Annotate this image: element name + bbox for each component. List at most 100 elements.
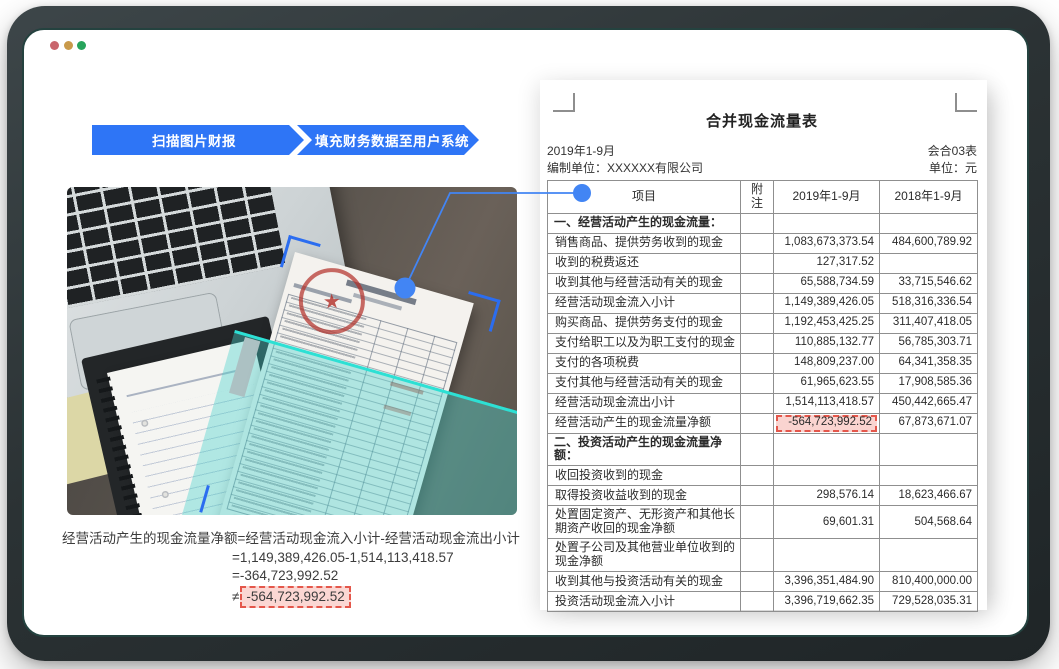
table-cell: 298,576.14 [774,486,880,506]
table-cell: 收到其他与投资活动有关的现金 [548,572,741,592]
table-cell [741,293,774,313]
report-title: 合并现金流量表 [547,110,977,131]
table-header-row: 项目附注2019年1-9月2018年1-9月 [548,181,978,214]
table-cell: 1,192,453,425.25 [774,313,880,333]
table-cell: 148,809,237.00 [774,353,880,373]
flow-step-label: 填充财务数据至用户系统 [315,130,469,150]
table-cell: 经营活动现金流出小计 [548,393,741,413]
table-cell: 810,400,000.00 [880,572,978,592]
table-row: 销售商品、提供劳务收到的现金 1,083,673,373.54484,600,78… [548,233,978,253]
table-cell: 484,600,789.92 [880,233,978,253]
table-cell: 33,715,546.62 [880,273,978,293]
table-cell [741,572,774,592]
table-cell [880,253,978,273]
table-cell: 销售商品、提供劳务收到的现金 [548,233,741,253]
table-row: 收到的税费返还 127,317.52 [548,253,978,273]
table-row: 支付的各项税费 148,809,237.0064,341,358.35 [548,353,978,373]
table-cell [741,273,774,293]
report-unit: 单位：元 [929,159,977,176]
table-cell [880,213,978,233]
table-cell [741,353,774,373]
table-cell: 518,316,336.54 [880,293,978,313]
table-cell: 64,341,358.35 [880,353,978,373]
table-row: 购买商品、提供劳务支付的现金 1,192,453,425.25311,407,41… [548,313,978,333]
table-cell: 收到其他与经营活动有关的现金 [548,273,741,293]
table-cell [880,466,978,486]
table-cell [741,433,774,466]
table-cell: 1,149,389,426.05 [774,293,880,313]
table-cell: 经营活动现金流入小计 [548,293,741,313]
flow-step-label: 扫描图片财报 [152,130,236,150]
table-cell: 17,908,585.36 [880,373,978,393]
table-cell: 支付的各项税费 [548,353,741,373]
table-row: 支付其他与经营活动有关的现金61,965,623.5517,908,585.36 [548,373,978,393]
column-header: 2019年1-9月 [774,181,880,214]
report-period: 2019年1-9月 [547,142,615,159]
flow-step-scan-banner: 扫描图片财报 [92,125,304,155]
table-cell: 729,528,035.31 [880,592,978,612]
column-header: 项目 [548,181,741,214]
table-cell [741,213,774,233]
table-cell: 61,965,623.55 [774,373,880,393]
table-cell: 收到的税费返还 [548,253,741,273]
table-cell [774,539,880,572]
table-row: 投资活动现金流入小计 3,396,719,662.35729,528,035.31 [548,592,978,612]
table-row: 支付给职工以及为职工支付的现金110,885,132.7756,785,303.… [548,333,978,353]
table-cell: 1,514,113,418.57 [774,393,880,413]
table-cell [741,466,774,486]
table-cell: 504,568.64 [880,506,978,539]
table-cell: 69,601.31 [774,506,880,539]
table-cell [741,373,774,393]
table-cell [741,413,774,433]
flow-step-fill-banner: 填充财务数据至用户系统 [297,125,479,155]
table-row: 一、经营活动产生的现金流量： [548,213,978,233]
table-cell [741,486,774,506]
verification-formula: 经营活动产生的现金流量净额=经营活动现金流入小计-经营活动现金流出小计 =1,1… [62,530,532,608]
table-cell: 取得投资收益收到的现金 [548,486,741,506]
report-meta-line-2: 编制单位：XXXXXX有限公司 单位：元 [547,159,977,176]
minimize-window-button[interactable] [64,41,73,50]
close-window-button[interactable] [50,41,59,50]
report-meta-line-1: 2019年1-9月 会合03表 [547,142,977,159]
cash-flow-report-page: 合并现金流量表 2019年1-9月 会合03表 编制单位：XXXXXX有限公司 … [540,80,987,610]
table-cell [741,333,774,353]
zoom-window-button[interactable] [77,41,86,50]
table-cell: 110,885,132.77 [774,333,880,353]
table-cell [774,213,880,233]
table-cell: 处置固定资产、无形资产和其他长期资产收回的现金净额 [548,506,741,539]
table-cell: 67,873,671.07 [880,413,978,433]
scanned-report-photo: ★ [67,187,517,515]
table-cell [741,539,774,572]
table-row: 经营活动产生的现金流量净额-564,723,992.5267,873,671.0… [548,413,978,433]
table-cell: 处置子公司及其他营业单位收到的现金净额 [548,539,741,572]
table-cell: 收回投资收到的现金 [548,466,741,486]
app-window: 扫描图片财报 填充财务数据至用户系统 [22,28,1029,637]
table-row: 经营活动现金流出小计1,514,113,418.57450,442,665.47 [548,393,978,413]
not-equal-sign: ≠ [232,589,239,604]
formula-line-3: =-364,723,992.52 [232,567,532,586]
table-cell: 127,317.52 [774,253,880,273]
table-cell: 311,407,418.05 [880,313,978,333]
formula-line-4: ≠-564,723,992.52 [232,586,532,609]
table-cell: 18,623,466.67 [880,486,978,506]
table-cell: 3,396,719,662.35 [774,592,880,612]
formula-line-2: =1,149,389,426.05-1,514,113,418.57 [232,549,532,568]
table-cell: 投资活动现金流入小计 [548,592,741,612]
table-cell [880,433,978,466]
table-row: 收回投资收到的现金 [548,466,978,486]
table-cell [774,466,880,486]
column-header: 2018年1-9月 [880,181,978,214]
table-cell: 1,083,673,373.54 [774,233,880,253]
table-row: 处置固定资产、无形资产和其他长期资产收回的现金净额 69,601.31504,56… [548,506,978,539]
keyboard-photo-element [67,187,286,314]
table-cell [741,253,774,273]
table-cell: 3,396,351,484.90 [774,572,880,592]
table-row: 收到其他与经营活动有关的现金 65,588,734.5933,715,546.62 [548,273,978,293]
table-cell [741,233,774,253]
table-row: 二、投资活动产生的现金流量净额： [548,433,978,466]
table-cell [880,539,978,572]
table-cell: 购买商品、提供劳务支付的现金 [548,313,741,333]
table-cell: 支付给职工以及为职工支付的现金 [548,333,741,353]
table-cell: 65,588,734.59 [774,273,880,293]
table-row: 处置子公司及其他营业单位收到的现金净额 [548,539,978,572]
